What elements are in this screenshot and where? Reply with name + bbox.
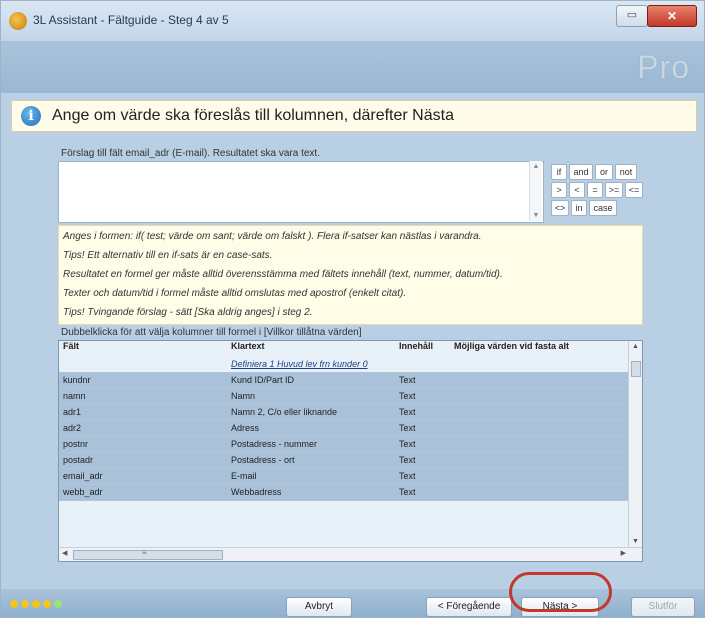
cell-field: adr1	[63, 407, 82, 417]
note-line: Tips! Ett alternativ till en if-sats är …	[63, 250, 273, 261]
cell-content: Text	[399, 439, 416, 449]
op-not-button[interactable]: not	[615, 164, 637, 180]
cell-field: kundnr	[63, 375, 91, 385]
step-dot	[10, 600, 18, 608]
op-gte-button[interactable]: >=	[605, 182, 623, 198]
cell-plaintext: Adress	[231, 423, 260, 433]
cell-field: adr2	[63, 423, 82, 433]
table-row[interactable]: namn Namn Text	[59, 389, 629, 405]
scroll-left-icon[interactable]: ◀	[62, 549, 67, 557]
step-dot	[54, 600, 62, 608]
info-icon: i	[21, 106, 41, 126]
cell-plaintext: Namn	[231, 391, 256, 401]
cell-content: Text	[399, 487, 416, 497]
op-in-button[interactable]: in	[571, 200, 587, 216]
cell-field: namn	[63, 391, 86, 401]
note-line: Anges i formen: if( test; värde om sant;…	[63, 231, 482, 242]
cell-plaintext: Postadress - nummer	[231, 439, 318, 449]
table-row[interactable]: adr1 Namn 2, C/o eller liknande Text	[59, 405, 629, 421]
cell-content: Text	[399, 423, 416, 433]
brand-bar: Pro	[1, 41, 704, 93]
grip-icon: ≡	[142, 548, 147, 557]
table-row[interactable]: postadr Postadress - ort Text	[59, 453, 629, 469]
scroll-down-icon[interactable]: ▼	[629, 538, 642, 545]
op-case-button[interactable]: case	[589, 200, 617, 216]
cell-plaintext: Kund ID/Part ID	[231, 375, 295, 385]
note-line: Tips! Tvingande förslag - sätt [Ska aldr…	[63, 307, 313, 318]
help-notes: Anges i formen: if( test; värde om sant;…	[58, 225, 643, 325]
close-button[interactable]: ✕	[647, 5, 697, 27]
formula-label: Förslag till fält email_adr (E-mail). Re…	[61, 148, 320, 159]
op-gt-button[interactable]: >	[551, 182, 567, 198]
cell-field: postadr	[63, 455, 94, 465]
formula-input[interactable]	[58, 161, 544, 223]
cell-field: email_adr	[63, 471, 103, 481]
note-line: Resultatet en formel ger måste alltid öv…	[63, 269, 503, 280]
table-row[interactable]: adr2 Adress Text	[59, 421, 629, 437]
scroll-up-icon[interactable]: ▲	[629, 343, 642, 350]
previous-button[interactable]: < Föregående	[426, 597, 512, 617]
cell-content: Text	[399, 455, 416, 465]
op-and-button[interactable]: and	[569, 164, 593, 180]
op-neq-button[interactable]: <>	[551, 200, 569, 216]
op-if-button[interactable]: if	[551, 164, 567, 180]
cell-field: postnr	[63, 439, 89, 449]
op-eq-button[interactable]: =	[587, 182, 603, 198]
define-link[interactable]: Definiera 1 Huvud lev frn kunder 0	[231, 359, 368, 369]
cell-plaintext: E-mail	[231, 471, 257, 481]
cell-content: Text	[399, 471, 416, 481]
minimize-button[interactable]: ▭	[616, 5, 648, 27]
grid-vertical-scrollbar[interactable]: ▲ ▼	[628, 341, 642, 547]
instruction-text: Ange om värde ska föreslås till kolumnen…	[52, 107, 454, 124]
step-dot	[21, 600, 29, 608]
instruction-banner: i Ange om värde ska föreslås till kolumn…	[11, 100, 697, 132]
cell-content: Text	[399, 375, 416, 385]
grid-horizontal-scrollbar[interactable]: ◀ ≡ ▶	[59, 547, 642, 561]
table-row[interactable]: email_adr E-mail Text	[59, 469, 629, 485]
cell-content: Text	[399, 391, 416, 401]
columns-label: Dubbelklicka för att välja kolumner till…	[61, 327, 362, 338]
scroll-thumb[interactable]	[631, 361, 641, 377]
assistant-window: 3L Assistant - Fältguide - Steg 4 av 5 ▭…	[0, 0, 705, 618]
header-possible-values[interactable]: Möjliga värden vid fasta alt	[454, 341, 569, 355]
scroll-right-icon[interactable]: ▶	[621, 549, 626, 557]
op-lt-button[interactable]: <	[569, 182, 585, 198]
note-line: Texter och datum/tid i formel måste allt…	[63, 288, 407, 299]
table-row[interactable]: Definiera 1 Huvud lev frn kunder 0	[59, 357, 629, 373]
table-row[interactable]: kundnr Kund ID/Part ID Text	[59, 373, 629, 389]
cell-plaintext: Webbadress	[231, 487, 282, 497]
table-row[interactable]: postnr Postadress - nummer Text	[59, 437, 629, 453]
next-button-highlight	[509, 572, 612, 612]
title-bar: 3L Assistant - Fältguide - Steg 4 av 5 ▭…	[1, 1, 704, 41]
header-content[interactable]: Innehåll	[399, 341, 433, 355]
finish-button[interactable]: Slutför	[631, 597, 695, 617]
scroll-thumb[interactable]: ≡	[73, 548, 223, 560]
cell-content: Text	[399, 407, 416, 417]
header-plaintext[interactable]: Klartext	[231, 341, 265, 355]
table-row[interactable]: webb_adr Webbadress Text	[59, 485, 629, 501]
cell-plaintext: Namn 2, C/o eller liknande	[231, 407, 338, 417]
step-dot	[43, 600, 51, 608]
step-dot	[32, 600, 40, 608]
op-lte-button[interactable]: <=	[625, 182, 643, 198]
columns-grid[interactable]: Fält Klartext Innehåll Möjliga värden vi…	[58, 340, 643, 562]
op-or-button[interactable]: or	[595, 164, 613, 180]
header-field[interactable]: Fält	[63, 341, 79, 355]
cancel-button[interactable]: Avbryt	[286, 597, 352, 617]
cell-plaintext: Postadress - ort	[231, 455, 295, 465]
cell-field: webb_adr	[63, 487, 103, 497]
app-icon	[9, 12, 27, 30]
pro-logo: Pro	[637, 49, 690, 85]
window-title: 3L Assistant - Fältguide - Steg 4 av 5	[33, 13, 229, 27]
